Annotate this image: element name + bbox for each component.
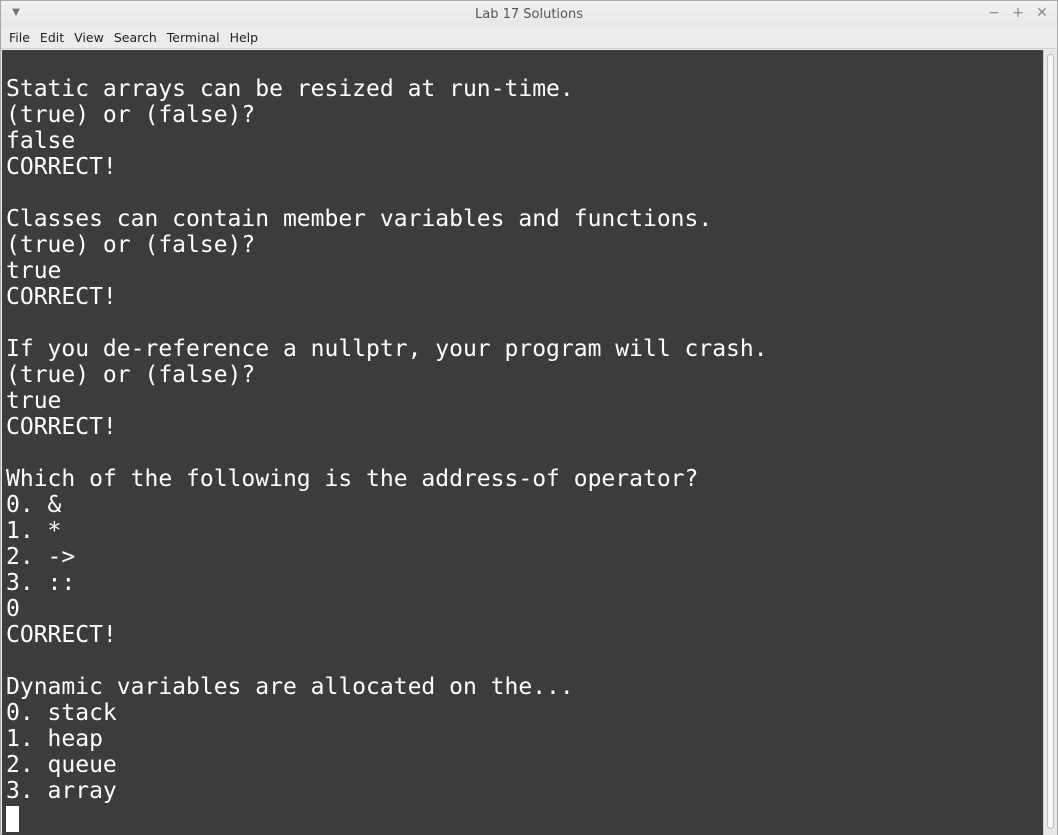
menu-file[interactable]: File [4, 27, 35, 49]
terminal-cursor [6, 806, 19, 832]
maximize-button[interactable]: + [1011, 5, 1025, 21]
menu-help[interactable]: Help [225, 27, 264, 49]
terminal-line: 1. * [6, 518, 62, 544]
terminal-line: 0 [6, 596, 20, 622]
terminal-line: Static arrays can be resized at run-time… [6, 76, 574, 102]
minimize-button[interactable]: − [987, 5, 1001, 21]
title-bar[interactable]: ▼ Lab 17 Solutions − + ✕ [1, 1, 1057, 27]
terminal-line: 1. heap [6, 726, 103, 752]
terminal-line: false [6, 128, 76, 154]
menu-terminal[interactable]: Terminal [162, 27, 225, 49]
terminal-line: 3. :: [6, 570, 76, 596]
menu-search[interactable]: Search [109, 27, 162, 49]
menu-bar: File Edit View Search Terminal Help [1, 27, 1057, 49]
vertical-scrollbar[interactable] [1043, 50, 1057, 835]
terminal-line: (true) or (false)? [6, 102, 256, 128]
terminal-line: 3. array [6, 778, 117, 804]
terminal-line: (true) or (false)? [6, 362, 256, 388]
scrollbar-thumb[interactable] [1047, 54, 1054, 829]
terminal-line: CORRECT! [6, 622, 117, 648]
close-button[interactable]: ✕ [1035, 5, 1049, 21]
terminal-line: 0. stack [6, 700, 117, 726]
terminal-line: Classes can contain member variables and… [6, 206, 713, 232]
terminal-line: If you de-reference a nullptr, your prog… [6, 336, 768, 362]
terminal-line: 0. & [6, 492, 62, 518]
terminal-line: 2. -> [6, 544, 76, 570]
menu-edit[interactable]: Edit [35, 27, 69, 49]
terminal-line: true [6, 388, 62, 414]
terminal-line: (true) or (false)? [6, 232, 256, 258]
terminal-line: true [6, 258, 62, 284]
terminal-output[interactable]: Static arrays can be resized at run-time… [2, 50, 1043, 835]
terminal-line: Dynamic variables are allocated on the..… [6, 674, 574, 700]
window-title: Lab 17 Solutions [475, 7, 583, 22]
terminal-window: ▼ Lab 17 Solutions − + ✕ File Edit View … [0, 0, 1058, 835]
window-controls: − + ✕ [987, 5, 1049, 21]
terminal-line: CORRECT! [6, 284, 117, 310]
terminal-line: 2. queue [6, 752, 117, 778]
terminal-line: CORRECT! [6, 154, 117, 180]
menu-view[interactable]: View [69, 27, 109, 49]
terminal-line: Which of the following is the address-of… [6, 466, 699, 492]
terminal-line: CORRECT! [6, 414, 117, 440]
